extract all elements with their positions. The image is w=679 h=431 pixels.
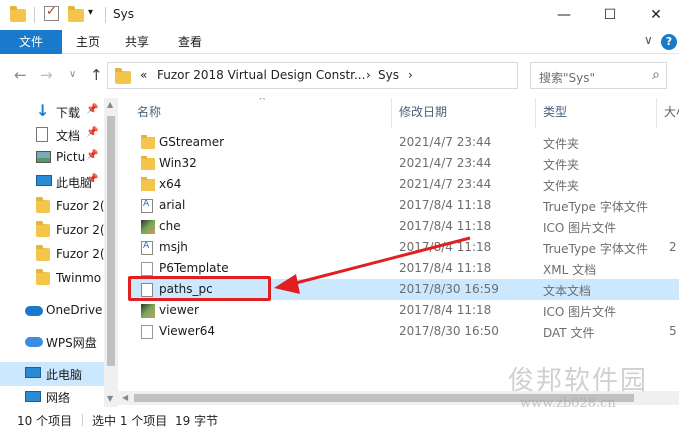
divider bbox=[82, 414, 83, 426]
watermark-title: 俊邦软件园 bbox=[508, 366, 649, 396]
status-item-count: 10 个项目 bbox=[17, 414, 73, 428]
status-size: 19 字节 bbox=[175, 414, 219, 428]
status-selection: 选中 1 个项目 bbox=[92, 414, 168, 428]
status-bar: 10 个项目 选中 1 个项目 19 字节 bbox=[0, 407, 679, 431]
